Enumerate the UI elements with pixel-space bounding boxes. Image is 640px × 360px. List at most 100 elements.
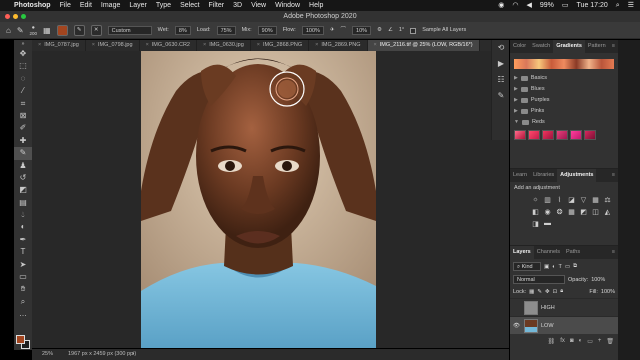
color-balance-icon[interactable]: ⚖ [604, 196, 611, 204]
path-selection-tool-icon[interactable]: ➤ [14, 259, 32, 271]
menu-3d[interactable]: 3D [233, 0, 242, 11]
color-swatches[interactable] [16, 335, 30, 349]
filter-shape-icon[interactable]: ▭ [565, 264, 570, 270]
gradient-swatch[interactable] [542, 130, 554, 140]
filter-pixel-icon[interactable]: ▣ [544, 264, 549, 270]
black-white-icon[interactable]: ◧ [532, 208, 539, 216]
frame-tool-icon[interactable]: ⊠ [14, 110, 32, 122]
document-info[interactable]: 1967 px x 2459 px (300 ppi) [68, 349, 136, 360]
delete-layer-icon[interactable]: 🗑︎ [606, 338, 614, 345]
collapse-arrows-icon[interactable]: » [14, 40, 32, 48]
lock-transparent-icon[interactable]: ▦ [529, 289, 534, 295]
search-icon[interactable]: ⌕ [616, 0, 620, 11]
quick-selection-tool-icon[interactable]: ⁄ [14, 85, 32, 97]
battery-percent[interactable]: 99% [540, 0, 554, 11]
more-tools-icon[interactable]: … [14, 308, 32, 320]
move-tool-icon[interactable]: ✥ [14, 48, 32, 60]
color-lookup-icon[interactable]: ▦ [568, 208, 575, 216]
eraser-tool-icon[interactable]: ◩ [14, 184, 32, 196]
lock-artboard-icon[interactable]: ⊡ [553, 289, 558, 295]
volume-icon[interactable]: ◀ [527, 0, 532, 11]
layer-row-high[interactable]: HIGH [510, 298, 618, 316]
close-tab-icon[interactable]: × [92, 42, 95, 48]
brush-settings-icon[interactable]: ▦ [43, 22, 51, 39]
smoothing-settings-icon[interactable]: ⚙ [377, 22, 382, 39]
menu-help[interactable]: Help [309, 0, 323, 11]
vibrance-icon[interactable]: ▽ [580, 196, 587, 204]
opacity-field[interactable]: 100% [591, 277, 605, 283]
panel-menu-icon[interactable]: ≡ [609, 40, 618, 53]
gradient-group-reds[interactable]: ▼ Reds [510, 117, 618, 128]
load-after-stroke-icon[interactable]: ✎ [73, 25, 85, 36]
gradient-group-purples[interactable]: ▶ Purples [510, 95, 618, 106]
document-tab[interactable]: × IMG_0798.jpg [86, 40, 140, 51]
gradient-swatch[interactable] [570, 130, 582, 140]
close-tab-icon[interactable]: × [146, 42, 149, 48]
gradient-group-basics[interactable]: ▶ Basics [510, 73, 618, 84]
battery-icon[interactable]: ▭ [562, 0, 569, 11]
gradient-tool-icon[interactable]: ▤ [14, 197, 32, 209]
menu-image[interactable]: Image [101, 0, 120, 11]
posterize-icon[interactable]: ◫ [592, 208, 599, 216]
load-field[interactable]: 75% [216, 26, 236, 35]
pen-tool-icon[interactable]: ✒ [14, 234, 32, 246]
photo-filter-icon[interactable]: ◉ [544, 208, 551, 216]
lock-all-icon[interactable]: 🔒︎ [560, 288, 563, 295]
tab-gradients[interactable]: Gradients [553, 40, 585, 53]
close-tab-icon[interactable]: × [38, 42, 41, 48]
wifi-icon[interactable]: ◠ [512, 0, 518, 11]
channel-mixer-icon[interactable]: ❂ [556, 208, 563, 216]
airbrush-icon[interactable]: ✈ [330, 22, 335, 39]
gradient-group-blues[interactable]: ▶ Blues [510, 84, 618, 95]
hand-tool-icon[interactable]: ✋︎ [14, 283, 32, 295]
filter-smart-object-icon[interactable]: ⧉ [573, 263, 577, 270]
wet-field[interactable]: 8% [174, 26, 191, 35]
zoom-tool-icon[interactable]: ⌕ [14, 296, 32, 308]
canvas-area[interactable] [32, 51, 509, 348]
menu-window[interactable]: Window [275, 0, 300, 11]
home-icon[interactable]: ⌂ [6, 22, 11, 39]
menu-select[interactable]: Select [180, 0, 199, 11]
filter-type-icon[interactable]: T [559, 264, 562, 270]
tab-learn[interactable]: Learn [510, 169, 530, 182]
zoom-window-button[interactable] [21, 14, 26, 19]
levels-icon[interactable]: ▥ [544, 196, 551, 204]
tab-channels[interactable]: Channels [534, 246, 563, 259]
crop-tool-icon[interactable]: ⌗ [14, 98, 32, 110]
gradient-swatch[interactable] [556, 130, 568, 140]
brush-preset-picker[interactable]: ● 200 [30, 25, 38, 37]
clone-stamp-tool-icon[interactable]: ♟ [14, 160, 32, 172]
curves-icon[interactable]: ⌇ [556, 196, 563, 204]
new-group-icon[interactable]: ▭ [587, 338, 593, 345]
current-brush-load-swatch[interactable] [56, 25, 68, 36]
history-panel-icon[interactable]: ⟲ [492, 40, 510, 56]
menu-type[interactable]: Type [156, 0, 171, 11]
menu-filter[interactable]: Filter [209, 0, 225, 11]
gradient-group-pinks[interactable]: ▶ Pinks [510, 106, 618, 117]
link-layers-icon[interactable]: ⛓ [548, 338, 556, 345]
threshold-icon[interactable]: ◭ [604, 208, 611, 216]
menu-file[interactable]: File [60, 0, 71, 11]
history-brush-tool-icon[interactable]: ↺ [14, 172, 32, 184]
lasso-tool-icon[interactable]: ◌ [14, 73, 32, 85]
smoothing-field[interactable]: 10% [352, 26, 372, 35]
panel-menu-icon[interactable]: ≡ [609, 169, 618, 182]
close-tab-icon[interactable]: × [374, 42, 377, 48]
portrait-photo[interactable] [141, 51, 376, 348]
healing-brush-tool-icon[interactable]: ✚ [14, 135, 32, 147]
clean-after-stroke-icon[interactable]: ✕ [90, 25, 102, 36]
tab-swatches[interactable]: Swatch [529, 40, 553, 53]
mix-field[interactable]: 90% [257, 26, 277, 35]
layer-row-low[interactable]: 👁︎ LOW [510, 316, 618, 334]
new-layer-icon[interactable]: + [598, 338, 602, 345]
new-adjustment-layer-icon[interactable]: ◐ [579, 338, 583, 345]
eyedropper-tool-icon[interactable]: ✐ [14, 122, 32, 134]
panel-menu-icon[interactable]: ≡ [609, 246, 618, 259]
brushes-panel-icon[interactable]: ✎ [492, 88, 510, 104]
rectangle-tool-icon[interactable]: ▭ [14, 271, 32, 283]
gradient-swatch[interactable] [584, 130, 596, 140]
properties-panel-icon[interactable]: ☷ [492, 72, 510, 88]
layer-filter-kind-select[interactable]: ⌕ Kind [513, 262, 541, 271]
layer-style-icon[interactable]: fx [560, 338, 565, 345]
status-icon[interactable]: ◉ [498, 0, 504, 11]
